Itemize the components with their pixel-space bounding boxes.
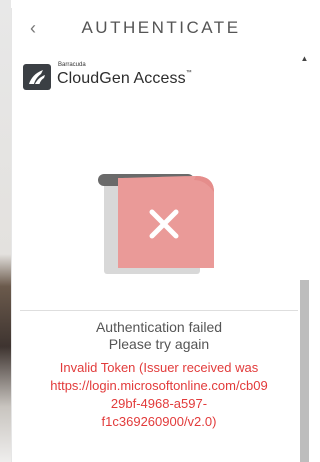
scrollbar-thumb[interactable] — [300, 280, 309, 462]
scroll-up-arrow-icon[interactable]: ▲ — [299, 54, 310, 64]
divider — [20, 310, 298, 311]
error-illustration — [96, 168, 226, 278]
status-subtitle: Please try again — [108, 336, 210, 352]
brand-logo: Barracuda CloudGen Access™ — [23, 62, 223, 94]
error-line: 29bf-4968-a597- — [110, 396, 208, 411]
barracuda-logo-icon — [23, 64, 51, 90]
scrollbar[interactable]: ▲ — [299, 48, 310, 462]
top-bar: ‹ AUTHENTICATE — [12, 8, 310, 48]
status-title: Authentication failed — [95, 319, 223, 335]
authenticate-panel: ‹ AUTHENTICATE Barracuda CloudGen Access… — [11, 8, 310, 462]
error-line: Invalid Token (Issuer received was — [59, 360, 259, 375]
error-line: f1c369260900/v2.0) — [101, 414, 217, 429]
brand-company-label: Barracuda — [58, 62, 86, 68]
error-message: Invalid Token (Issuer received was https… — [20, 359, 298, 431]
error-line: https://login.microsoftonline.com/cb09 — [50, 378, 268, 393]
brand-product-name: CloudGen Access™ — [57, 70, 192, 87]
background-photo-strip — [0, 0, 11, 462]
page-title: AUTHENTICATE — [81, 18, 241, 37]
